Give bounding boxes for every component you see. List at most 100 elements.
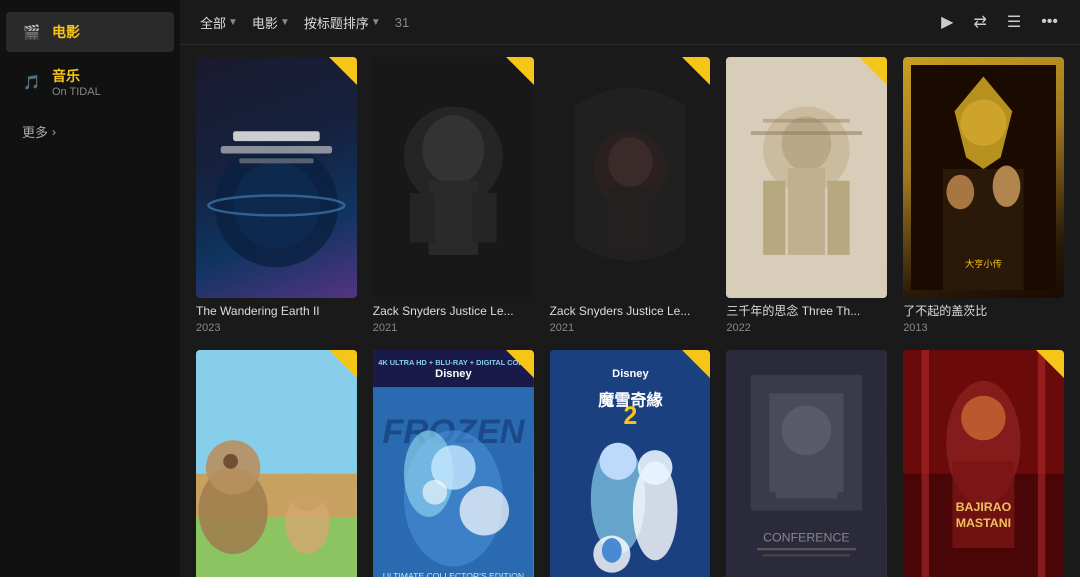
- corner-badge: [682, 350, 710, 378]
- poster-bg: [196, 350, 357, 577]
- poster-content: Disney 魔雪奇緣 2: [550, 350, 711, 577]
- movie-card-gatsby[interactable]: 大亨小传 了不起的盖茨比 2013: [903, 57, 1064, 334]
- filter-movies-arrow: ▼: [280, 17, 290, 28]
- poster-bg: BAJIRAO MASTANI: [903, 350, 1064, 577]
- movie-card-three-thousand[interactable]: 三千年的思念 Three Th... 2022: [726, 57, 887, 334]
- poster-content: 大亨小传: [903, 57, 1064, 298]
- play-icon: ▶: [941, 12, 953, 32]
- sidebar-more-label: 更多: [22, 122, 48, 141]
- svg-text:BAJIRAO: BAJIRAO: [956, 500, 1012, 514]
- corner-badge: [506, 57, 534, 85]
- svg-text:Disney: Disney: [612, 368, 649, 380]
- main-content: 全部 ▼ 电影 ▼ 按标题排序 ▼ 31 ▶ ⇄ ☰: [180, 0, 1080, 577]
- corner-badge: [1036, 350, 1064, 378]
- corner-badge: [506, 350, 534, 378]
- sidebar-more[interactable]: 更多 ›: [6, 112, 174, 151]
- toolbar-actions: ▶ ⇄ ☰ •••: [935, 8, 1064, 36]
- movie-grid: The Wandering Earth II 2023: [196, 57, 1064, 577]
- listview-button[interactable]: ☰: [1001, 8, 1027, 36]
- poster-content: [373, 57, 534, 298]
- corner-badge: [859, 57, 887, 85]
- poster-wrap: [196, 57, 357, 298]
- poster-content: [196, 350, 357, 577]
- filter-group: 全部 ▼ 电影 ▼ 按标题排序 ▼ 31: [196, 11, 409, 34]
- poster-content: CONFERENCE: [726, 350, 887, 577]
- poster-wrap: Disney 魔雪奇緣 2: [550, 350, 711, 577]
- movie-title: 了不起的盖茨比: [903, 304, 1064, 320]
- sidebar-movies-label: 电影: [52, 22, 80, 42]
- movie-card-justice1[interactable]: Zack Snyders Justice Le... 2021: [373, 57, 534, 334]
- sidebar-item-movies[interactable]: 🎬 电影: [6, 12, 174, 52]
- movie-year: 2021: [373, 322, 534, 334]
- corner-badge: [682, 57, 710, 85]
- poster-wrap: [726, 57, 887, 298]
- svg-text:CONFERENCE: CONFERENCE: [764, 531, 851, 545]
- poster-bg: Disney 魔雪奇緣 2: [550, 350, 711, 577]
- sidebar: 🎬 电影 🎵 音乐 On TIDAL 更多 ›: [0, 0, 180, 577]
- corner-badge: [329, 350, 357, 378]
- movie-card-iceage[interactable]: 冰河世纪Ice Age: [196, 350, 357, 577]
- music-icon: 🎵: [22, 72, 42, 92]
- poster-bg: [726, 57, 887, 298]
- poster-wrap: BAJIRAO MASTANI: [903, 350, 1064, 577]
- movie-title: The Wandering Earth II: [196, 304, 357, 320]
- filter-sort-button[interactable]: 按标题排序 ▼: [300, 11, 385, 34]
- movie-title: 三千年的思念 Three Th...: [726, 304, 887, 320]
- svg-text:2: 2: [623, 403, 637, 430]
- filter-movies-button[interactable]: 电影 ▼: [248, 11, 294, 34]
- poster-wrap: CONFERENCE: [726, 350, 887, 577]
- movie-card-frozen[interactable]: 4K ULTRA HD + BLU-RAY + DIGITAL CODE Dis…: [373, 350, 534, 577]
- sidebar-music-label: 音乐: [52, 68, 80, 84]
- poster-wrap: [196, 350, 357, 577]
- shuffle-icon: ⇄: [973, 12, 986, 32]
- shuffle-button[interactable]: ⇄: [967, 8, 992, 36]
- svg-text:MASTANI: MASTANI: [956, 516, 1011, 530]
- poster-wrap: [550, 57, 711, 298]
- play-button[interactable]: ▶: [935, 8, 959, 36]
- toolbar: 全部 ▼ 电影 ▼ 按标题排序 ▼ 31 ▶ ⇄ ☰: [180, 0, 1080, 45]
- movie-title: Zack Snyders Justice Le...: [550, 304, 711, 320]
- poster-bg: [196, 57, 357, 298]
- poster-bg: 大亨小传: [903, 57, 1064, 298]
- movie-grid-area: The Wandering Earth II 2023: [180, 45, 1080, 577]
- poster-content: BAJIRAO MASTANI: [903, 350, 1064, 577]
- filter-all-arrow: ▼: [228, 17, 238, 28]
- poster-wrap: 4K ULTRA HD + BLU-RAY + DIGITAL CODE Dis…: [373, 350, 534, 577]
- poster-bg: 4K ULTRA HD + BLU-RAY + DIGITAL CODE Dis…: [373, 350, 534, 577]
- poster-content: [196, 57, 357, 298]
- chevron-right-icon: ›: [52, 125, 56, 139]
- sidebar-item-music[interactable]: 🎵 音乐 On TIDAL: [6, 56, 174, 108]
- more-options-button[interactable]: •••: [1035, 9, 1064, 35]
- filter-all-button[interactable]: 全部 ▼: [196, 11, 242, 34]
- movie-year: 2023: [196, 322, 357, 334]
- sidebar-music-sublabel: On TIDAL: [52, 86, 101, 98]
- list-icon: ☰: [1007, 12, 1021, 32]
- svg-text:大亨小传: 大亨小传: [965, 258, 1002, 269]
- poster-content: 4K ULTRA HD + BLU-RAY + DIGITAL CODE Dis…: [373, 350, 534, 577]
- poster-bg: CONFERENCE: [726, 350, 887, 577]
- poster-content: [726, 57, 887, 298]
- movie-card-justice2[interactable]: Zack Snyders Justice Le... 2021: [550, 57, 711, 334]
- ellipsis-icon: •••: [1041, 13, 1058, 31]
- movie-card-wandering-earth[interactable]: The Wandering Earth II 2023: [196, 57, 357, 334]
- poster-content: [550, 57, 711, 298]
- corner-badge: [329, 57, 357, 85]
- poster-bg: [550, 57, 711, 298]
- movie-icon: 🎬: [22, 22, 42, 42]
- movie-title: Zack Snyders Justice Le...: [373, 304, 534, 320]
- movie-card-anna[interactable]: CONFERENCE 安娜Anna: [726, 350, 887, 577]
- filter-movies-label: 电影: [252, 13, 278, 32]
- movie-card-bajirao[interactable]: BAJIRAO MASTANI 帝国双璧: [903, 350, 1064, 577]
- movie-count: 31: [395, 15, 409, 30]
- poster-wrap: 大亨小传: [903, 57, 1064, 298]
- movie-year: 2021: [550, 322, 711, 334]
- poster-wrap: [373, 57, 534, 298]
- svg-text:Disney: Disney: [435, 368, 472, 380]
- poster-bg: [373, 57, 534, 298]
- movie-card-frozen2[interactable]: Disney 魔雪奇緣 2: [550, 350, 711, 577]
- movie-year: 2013: [903, 322, 1064, 334]
- svg-text:ULTIMATE COLLECTOR'S EDITION: ULTIMATE COLLECTOR'S EDITION: [383, 571, 524, 577]
- filter-sort-label: 按标题排序: [304, 13, 369, 32]
- filter-sort-arrow: ▼: [371, 17, 381, 28]
- filter-all-label: 全部: [200, 13, 226, 32]
